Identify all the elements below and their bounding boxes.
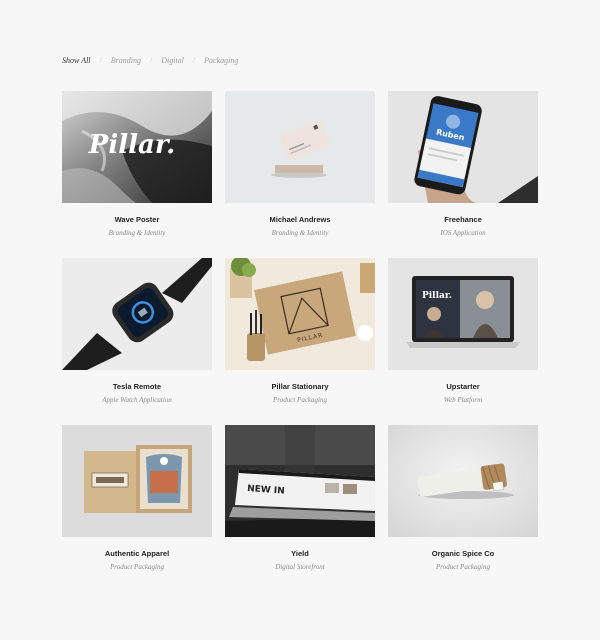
filter-branding[interactable]: Branding (111, 56, 141, 65)
project-card-authentic-apparel[interactable]: Authentic Apparel Product Packaging (62, 425, 212, 575)
storefront-laptop-image: NEW IN (225, 425, 375, 537)
filter-digital[interactable]: Digital (161, 56, 184, 65)
project-title[interactable]: Organic Spice Co (388, 549, 538, 558)
project-thumbnail[interactable] (388, 425, 538, 537)
wave-poster-logo-text: Pillar. (88, 130, 175, 160)
project-title[interactable]: Upstarter (388, 382, 538, 391)
project-card-michael-andrews[interactable]: Michael Andrews Branding & Identity (225, 91, 375, 241)
project-category: Web Platform (443, 396, 483, 404)
project-card-tesla-remote[interactable]: Tesla Remote Apple Watch Application (62, 258, 212, 408)
project-title[interactable]: Pillar Stationary (225, 382, 375, 391)
project-thumbnail[interactable]: PILLAR (225, 258, 375, 370)
watch-image (62, 258, 212, 370)
project-category: IOS Application (440, 229, 486, 237)
project-category: Product Packaging (110, 563, 164, 571)
project-category: Product Packaging (273, 396, 327, 404)
project-title[interactable]: Freehance (388, 215, 538, 224)
filter-separator: / (99, 56, 102, 65)
project-title[interactable]: Yield (225, 549, 375, 558)
project-title[interactable]: Tesla Remote (62, 382, 212, 391)
wave-poster-image: Pillar. (62, 91, 212, 203)
project-thumbnail[interactable] (62, 258, 212, 370)
project-thumbnail[interactable]: NEW IN (225, 425, 375, 537)
filter-packaging[interactable]: Packaging (204, 56, 238, 65)
project-category: Product Packaging (436, 563, 490, 571)
portfolio-grid: Pillar. Wave Poster Branding & Identity … (62, 91, 538, 575)
laptop-website-image: Pillar. (388, 258, 538, 370)
project-thumbnail[interactable] (225, 91, 375, 203)
project-thumbnail[interactable] (62, 425, 212, 537)
project-card-organic-spice-co[interactable]: Organic Spice Co Product Packaging (388, 425, 538, 575)
phone-app-image: Ruben (388, 91, 538, 203)
project-card-wave-poster[interactable]: Pillar. Wave Poster Branding & Identity (62, 91, 212, 241)
project-card-yield[interactable]: NEW IN Yield Digital Storefront (225, 425, 375, 575)
project-category: Apple Watch Application (102, 396, 172, 404)
project-category: Digital Storefront (275, 563, 325, 571)
project-title[interactable]: Authentic Apparel (62, 549, 212, 558)
project-card-upstarter[interactable]: Pillar. Upstarter Web Platform (388, 258, 538, 408)
website-logo-text: Pillar. (422, 291, 452, 301)
business-card-image (225, 91, 375, 203)
project-card-freehance[interactable]: Ruben Freehance IOS Application (388, 91, 538, 241)
apparel-box-image (62, 425, 212, 537)
project-category: Branding & Identity (108, 229, 166, 237)
project-category: Branding & Identity (271, 229, 329, 237)
filter-separator: / (192, 56, 196, 65)
filter-separator: / (150, 56, 153, 65)
filter-show-all[interactable]: Show All (62, 56, 91, 65)
spice-tube-image (388, 425, 538, 537)
portfolio-filter-bar: Show All / Branding / Digital / Packagin… (62, 56, 238, 65)
project-card-pillar-stationary[interactable]: PILLAR Pillar Stationary Product Packagi… (225, 258, 375, 408)
project-thumbnail[interactable]: Pillar. (388, 258, 538, 370)
project-thumbnail[interactable]: Pillar. (62, 91, 212, 203)
project-title[interactable]: Michael Andrews (225, 215, 375, 224)
stationery-image: PILLAR (225, 258, 375, 370)
project-thumbnail[interactable]: Ruben (388, 91, 538, 203)
project-title[interactable]: Wave Poster (62, 215, 212, 224)
